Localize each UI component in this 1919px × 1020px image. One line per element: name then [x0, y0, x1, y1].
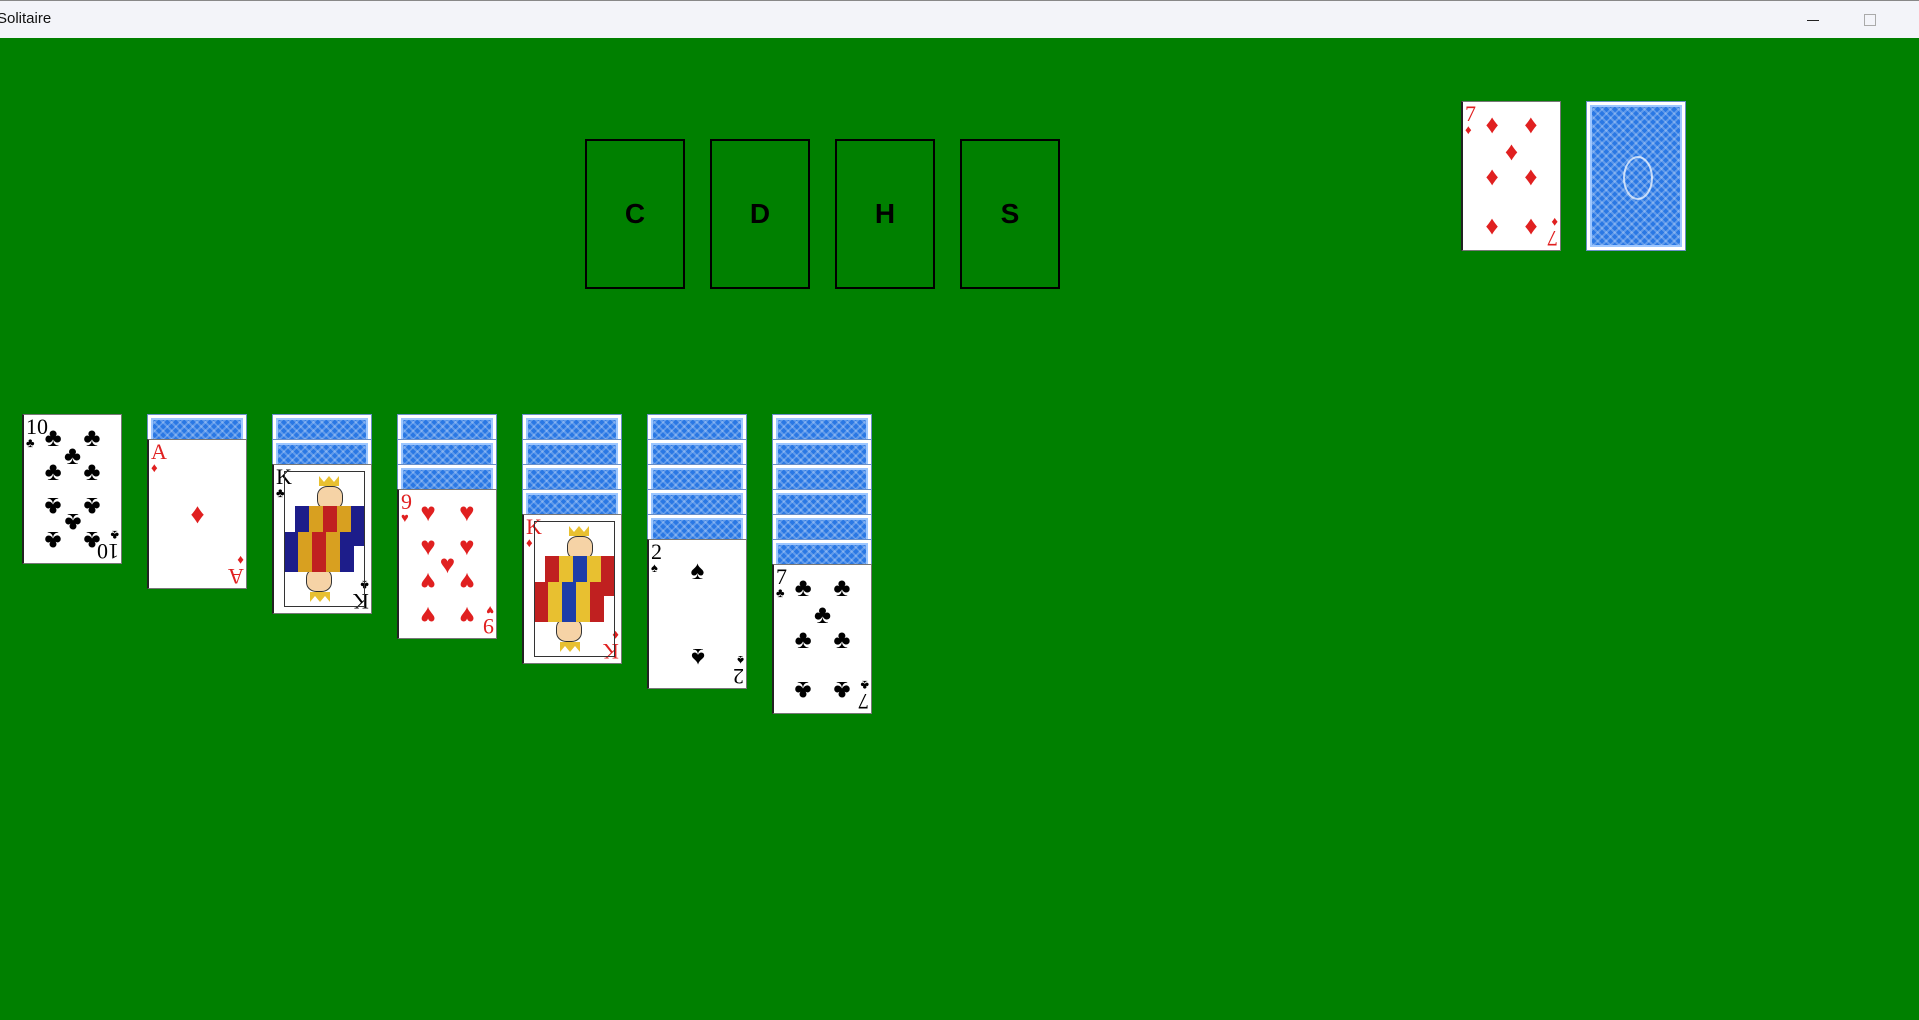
club-icon: ♣	[83, 525, 101, 556]
club-icon: ♣	[794, 624, 812, 654]
tableau-top-card[interactable]: 9 ♥ 9 ♥ ♥ ♥ ♥ ♥ ♥ ♥ ♥ ♥ ♥	[397, 489, 497, 639]
club-icon: ♣	[813, 598, 832, 629]
diamond-icon: ♦	[1524, 161, 1538, 191]
heart-icon: ♥	[459, 600, 475, 631]
club-icon: ♣	[833, 572, 851, 603]
card-index: 9 ♥	[483, 603, 494, 639]
card-index: A ♦	[228, 553, 244, 589]
card-index: A ♦	[151, 441, 167, 475]
title-bar: Solitaire	[0, 0, 1919, 38]
diamond-icon: ♦	[1504, 135, 1519, 166]
spade-icon: ♠	[690, 643, 705, 674]
tableau-top-card[interactable]: A ♦ A ♦ ♦	[147, 439, 247, 589]
club-icon: ♣	[44, 525, 62, 556]
foundation-label: H	[874, 198, 896, 229]
card-index: 2 ♠	[733, 653, 744, 689]
heart-icon: ♥	[420, 497, 436, 528]
club-icon: ♣	[44, 456, 62, 487]
king-figure-half	[285, 532, 364, 606]
heart-icon: ♥	[459, 566, 475, 597]
card-back-medallion	[1623, 156, 1653, 200]
club-icon: ♣	[833, 675, 851, 706]
foundation-label: C	[624, 198, 646, 229]
card-index: 9 ♥	[401, 491, 412, 525]
maximize-button[interactable]	[1842, 1, 1898, 39]
stock-card[interactable]	[1586, 101, 1686, 251]
crown-icon	[569, 526, 589, 536]
foundation-hearts[interactable]: H	[835, 139, 935, 289]
king-portrait	[284, 471, 365, 607]
diamond-icon: ♦	[1485, 161, 1499, 191]
card-index: 7 ♦	[1547, 215, 1558, 251]
crown-icon	[319, 476, 339, 486]
king-robe	[535, 582, 604, 622]
club-icon: ♣	[833, 624, 851, 654]
foundation-spades[interactable]: S	[960, 139, 1060, 289]
card-index: 7 ♦	[1465, 103, 1476, 137]
tableau-top-card[interactable]: 2 ♠ 2 ♠ ♠ ♠	[647, 539, 747, 689]
heart-icon: ♥	[420, 566, 436, 597]
king-portrait	[534, 521, 615, 657]
foundation-clubs[interactable]: C	[585, 139, 685, 289]
tableau-top-card[interactable]: 7 ♣ 7 ♣ ♣ ♣ ♣ ♣ ♣ ♣ ♣	[772, 564, 872, 714]
window-title: Solitaire	[0, 10, 52, 27]
king-figure-half	[535, 522, 614, 596]
card-index: 2 ♠	[651, 541, 662, 575]
tableau-top-card[interactable]: K ♣ K ♣	[272, 464, 372, 614]
diamond-icon: ♦	[1524, 212, 1538, 243]
foundation-label: S	[1000, 198, 1020, 229]
king-figure-half	[285, 472, 364, 546]
card-index: 7 ♣	[776, 566, 787, 600]
crown-icon	[310, 592, 330, 602]
game-board: C D H S 7 ♦ 7 ♦ ♦ ♦ ♦ ♦ ♦ ♦ ♦ 10 ♣ 10 ♣ ♣ ♣ ♣ ♣ ♣ ♣ ♣ ♣ ♣ ♣ A ♦ A ♦…	[0, 38, 1919, 1020]
club-icon: ♣	[83, 456, 101, 487]
heart-icon: ♥	[420, 600, 436, 631]
diamond-icon: ♦	[1485, 212, 1499, 243]
minimize-button[interactable]	[1785, 1, 1841, 39]
diamond-icon: ♦	[1485, 109, 1499, 140]
tableau-top-card[interactable]: K ♦ K ♦	[522, 514, 622, 664]
foundation-diamonds[interactable]: D	[710, 139, 810, 289]
maximize-icon	[1864, 14, 1876, 26]
heart-icon: ♥	[459, 497, 475, 528]
king-robe	[285, 532, 354, 572]
crown-icon	[560, 642, 580, 652]
waste-top-card[interactable]: 7 ♦ 7 ♦ ♦ ♦ ♦ ♦ ♦ ♦ ♦	[1461, 101, 1561, 251]
king-figure-half	[535, 582, 614, 656]
suit-icon: ♣	[860, 678, 869, 693]
card-index: 7 ♣	[858, 678, 869, 714]
spade-icon: ♠	[690, 554, 705, 585]
club-icon: ♣	[794, 572, 812, 603]
foundation-label: D	[749, 198, 771, 229]
tableau-top-card[interactable]: 10 ♣ 10 ♣ ♣ ♣ ♣ ♣ ♣ ♣ ♣ ♣ ♣ ♣	[22, 414, 122, 564]
minimize-icon	[1807, 19, 1819, 21]
club-icon: ♣	[794, 675, 812, 706]
diamond-icon: ♦	[1524, 109, 1538, 140]
diamond-icon: ♦	[190, 498, 205, 529]
